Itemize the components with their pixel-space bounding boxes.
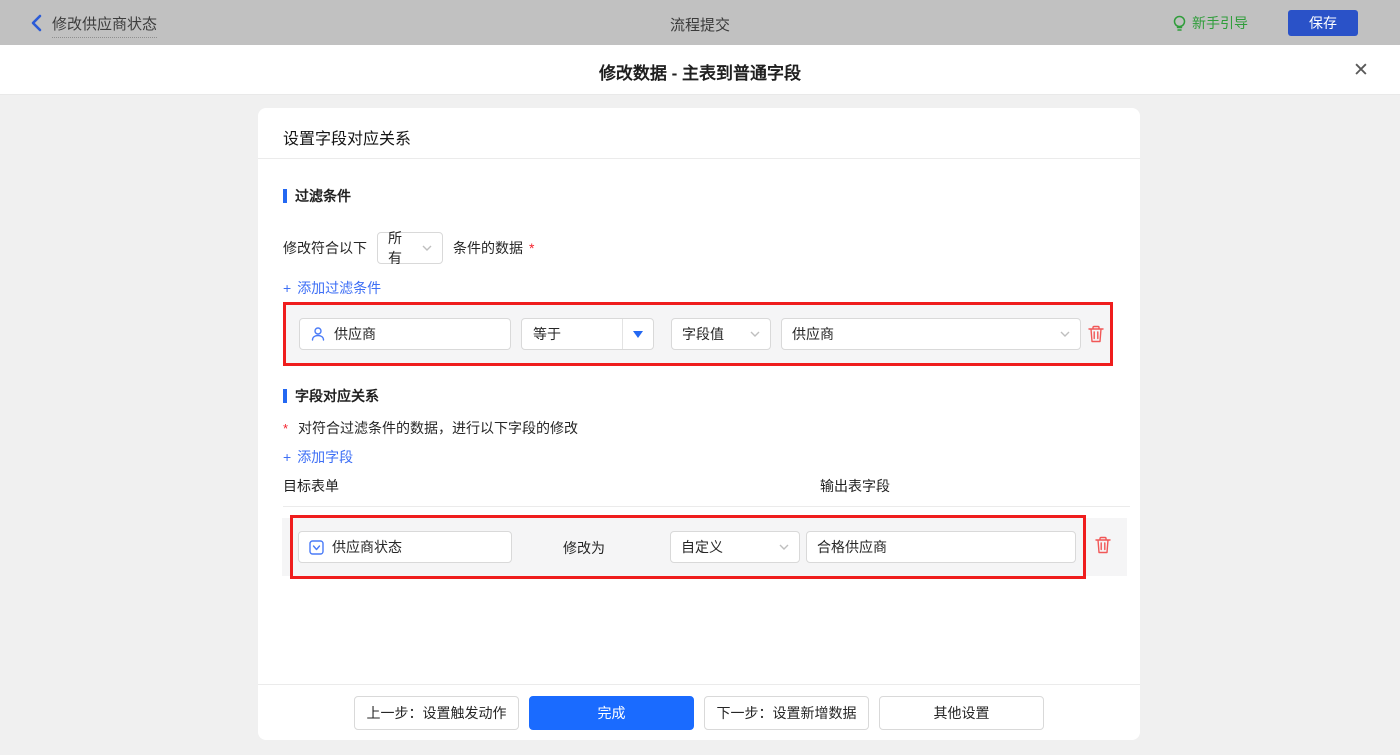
section-marker bbox=[283, 389, 287, 403]
divider bbox=[283, 506, 1130, 507]
column-header-target-form: 目标表单 bbox=[283, 478, 339, 494]
other-settings-button[interactable]: 其他设置 bbox=[879, 696, 1044, 730]
target-field-value: 供应商状态 bbox=[332, 539, 402, 555]
settings-panel: 设置字段对应关系 过滤条件 修改符合以下 所有 条件的数据 * + 添加过滤条件 bbox=[258, 108, 1140, 740]
operator-dropdown-button[interactable] bbox=[622, 319, 653, 349]
triangle-down-icon bbox=[633, 330, 643, 338]
beginner-guide-link[interactable]: 新手引导 bbox=[1172, 13, 1248, 33]
trash-icon bbox=[1088, 325, 1104, 343]
required-mark: * bbox=[283, 421, 289, 436]
operator-value: 等于 bbox=[533, 326, 561, 342]
panel-title: 设置字段对应关系 bbox=[283, 131, 412, 148]
filter-value-select[interactable]: 供应商 bbox=[781, 318, 1081, 350]
filter-match-sentence: 修改符合以下 所有 条件的数据 * bbox=[283, 230, 535, 266]
chevron-down-icon bbox=[1060, 331, 1070, 337]
modal-header: 修改数据 - 主表到普通字段 ✕ bbox=[0, 45, 1400, 95]
mapping-note: * 对符合过滤条件的数据，进行以下字段的修改 bbox=[283, 418, 578, 438]
plus-icon: + bbox=[283, 280, 292, 296]
mapping-note-text: 对符合过滤条件的数据，进行以下字段的修改 bbox=[297, 420, 578, 436]
required-mark: * bbox=[529, 240, 535, 256]
filter-condition-row: 供应商 等于 字段值 供应商 bbox=[283, 302, 1113, 366]
chevron-down-icon bbox=[779, 544, 789, 550]
target-field-input[interactable]: 供应商状态 bbox=[298, 531, 512, 563]
output-value-input[interactable]: 合格供应商 bbox=[806, 531, 1076, 563]
operator-select[interactable]: 等于 bbox=[521, 318, 654, 350]
next-step-button[interactable]: 下一步：设置新增数据 bbox=[704, 696, 869, 730]
footer-actions: 上一步：设置触发动作 完成 下一步：设置新增数据 其他设置 bbox=[258, 696, 1140, 730]
field-mapping-row: 供应商状态 修改为 自定义 合格供应商 bbox=[282, 518, 1127, 576]
chevron-down-icon bbox=[422, 245, 432, 251]
add-filter-condition-link[interactable]: + 添加过滤条件 bbox=[283, 278, 381, 298]
column-header-output-field: 输出表字段 bbox=[820, 478, 890, 494]
save-button[interactable]: 保存 bbox=[1288, 10, 1358, 36]
sentence-prefix: 修改符合以下 bbox=[283, 240, 367, 256]
add-field-link[interactable]: + 添加字段 bbox=[283, 447, 353, 467]
value-mode-select[interactable]: 自定义 bbox=[670, 531, 800, 563]
modal-content: 设置字段对应关系 过滤条件 修改符合以下 所有 条件的数据 * + 添加过滤条件 bbox=[0, 95, 1400, 755]
match-mode-value: 所有 bbox=[388, 230, 402, 266]
delete-condition-button[interactable] bbox=[1087, 324, 1105, 344]
add-filter-condition-label: 添加过滤条件 bbox=[297, 280, 382, 296]
divider bbox=[258, 158, 1140, 159]
top-bar: 修改供应商状态 流程提交 新手引导 保存 bbox=[0, 0, 1400, 45]
section-marker bbox=[283, 189, 287, 203]
filter-value: 供应商 bbox=[792, 326, 834, 342]
modify-to-label: 修改为 bbox=[563, 540, 605, 556]
match-mode-select[interactable]: 所有 bbox=[377, 230, 443, 266]
done-button[interactable]: 完成 bbox=[529, 696, 694, 730]
add-field-label: 添加字段 bbox=[297, 449, 354, 465]
filter-field-value: 供应商 bbox=[334, 326, 376, 342]
select-field-icon bbox=[309, 539, 324, 555]
user-icon bbox=[311, 327, 325, 341]
modal-title: 修改数据 - 主表到普通字段 bbox=[598, 64, 802, 83]
mapping-section-label: 字段对应关系 bbox=[295, 388, 379, 404]
filter-field-input[interactable]: 供应商 bbox=[299, 318, 511, 350]
value-type-value: 字段值 bbox=[682, 326, 724, 342]
value-mode-value: 自定义 bbox=[681, 539, 723, 555]
close-icon[interactable]: ✕ bbox=[1348, 57, 1374, 83]
value-type-select[interactable]: 字段值 bbox=[671, 318, 771, 350]
prev-step-button[interactable]: 上一步：设置触发动作 bbox=[354, 696, 519, 730]
sentence-suffix: 条件的数据 bbox=[453, 240, 523, 256]
plus-icon: + bbox=[283, 449, 292, 465]
trash-icon bbox=[1095, 536, 1111, 554]
output-value: 合格供应商 bbox=[817, 539, 887, 555]
lightbulb-icon bbox=[1173, 15, 1186, 31]
mapping-section-title: 字段对应关系 bbox=[283, 386, 379, 406]
delete-field-button[interactable] bbox=[1094, 535, 1112, 555]
chevron-down-icon bbox=[750, 331, 760, 337]
beginner-guide-label: 新手引导 bbox=[1192, 15, 1248, 31]
divider bbox=[258, 684, 1140, 685]
filter-section-title: 过滤条件 bbox=[283, 186, 351, 206]
filter-section-label: 过滤条件 bbox=[295, 188, 351, 204]
